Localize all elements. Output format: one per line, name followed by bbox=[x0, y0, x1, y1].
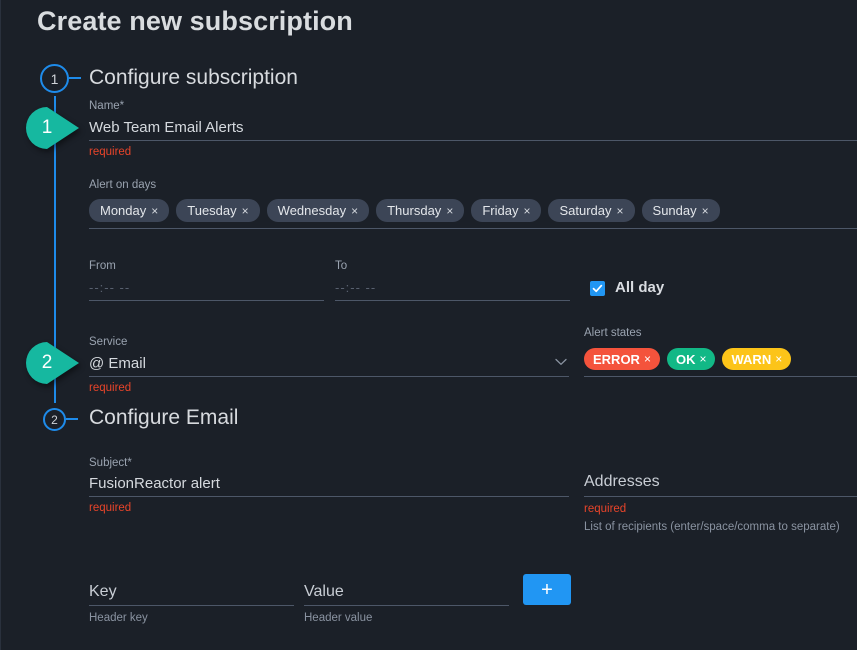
from-time-input[interactable]: --:-- -- bbox=[89, 280, 130, 295]
name-input[interactable]: Web Team Email Alerts bbox=[89, 119, 244, 136]
day-chip-label: Sunday bbox=[652, 203, 697, 218]
check-icon bbox=[592, 284, 603, 293]
close-icon[interactable]: × bbox=[699, 353, 706, 365]
day-chip-label: Monday bbox=[100, 203, 147, 218]
annotation-callout-2-number: 2 bbox=[41, 352, 53, 373]
close-icon[interactable]: × bbox=[702, 205, 709, 217]
day-chip-label: Wednesday bbox=[277, 203, 347, 218]
alert-on-days-chip-list: Monday × Tuesday × Wednesday × Thursday … bbox=[89, 199, 720, 222]
addresses-help-hint: List of recipients (enter/space/comma to… bbox=[584, 521, 840, 533]
step-marker-2: 2 bbox=[43, 408, 66, 431]
day-chip[interactable]: Sunday × bbox=[641, 199, 720, 222]
day-chip-label: Tuesday bbox=[187, 203, 237, 218]
alert-state-chip[interactable]: ERROR × bbox=[584, 348, 660, 370]
service-underline bbox=[89, 376, 569, 377]
page-title: Create new subscription bbox=[37, 6, 353, 36]
to-field-label: To bbox=[335, 260, 348, 272]
addresses-required-hint: required bbox=[584, 503, 627, 515]
subject-underline bbox=[89, 496, 569, 497]
service-required-hint: required bbox=[89, 382, 132, 394]
close-icon[interactable]: × bbox=[351, 205, 358, 217]
alert-states-label: Alert states bbox=[584, 327, 642, 339]
chevron-down-icon[interactable] bbox=[555, 358, 567, 366]
step-marker-1-number: 1 bbox=[50, 70, 59, 87]
addresses-field-label: Addresses bbox=[584, 473, 660, 490]
day-chip[interactable]: Tuesday × bbox=[176, 199, 260, 222]
alert-on-days-label: Alert on days bbox=[89, 179, 157, 191]
header-value-underline[interactable] bbox=[304, 605, 509, 606]
header-value-hint: Header value bbox=[304, 612, 373, 624]
create-subscription-panel: Create new subscription 1 Configure subs… bbox=[0, 0, 857, 650]
alert-state-chip-label: WARN bbox=[731, 351, 772, 367]
section-heading-configure-subscription: Configure subscription bbox=[89, 66, 298, 89]
day-chip[interactable]: Monday × bbox=[89, 199, 170, 222]
from-input-underline bbox=[89, 300, 324, 301]
alert-states-underline bbox=[584, 376, 857, 377]
day-chip[interactable]: Friday × bbox=[471, 199, 542, 222]
alert-state-chip-label: OK bbox=[675, 351, 696, 367]
day-chip[interactable]: Wednesday × bbox=[266, 199, 370, 222]
alert-state-chip-label: ERROR bbox=[593, 351, 640, 367]
from-field-label: From bbox=[89, 260, 116, 272]
day-chip[interactable]: Saturday × bbox=[548, 199, 635, 222]
day-chip-label: Thursday bbox=[387, 203, 442, 218]
close-icon[interactable]: × bbox=[151, 205, 158, 217]
header-key-underline[interactable] bbox=[89, 605, 294, 606]
service-select[interactable]: @ Email bbox=[89, 355, 146, 372]
header-key-label: Key bbox=[89, 583, 117, 600]
day-chip[interactable]: Thursday × bbox=[376, 199, 465, 222]
annotation-callout-2: 2 bbox=[26, 342, 80, 384]
header-key-hint: Header key bbox=[89, 612, 148, 624]
step-marker-1: 1 bbox=[40, 64, 69, 93]
add-header-button[interactable]: + bbox=[523, 574, 571, 605]
close-icon[interactable]: × bbox=[523, 205, 530, 217]
day-chip-label: Saturday bbox=[559, 203, 612, 218]
name-field-label: Name* bbox=[89, 100, 125, 112]
to-time-input[interactable]: --:-- -- bbox=[335, 280, 376, 295]
name-input-underline bbox=[89, 140, 857, 141]
service-field-label: Service bbox=[89, 336, 128, 348]
subject-required-hint: required bbox=[89, 502, 132, 514]
all-day-label: All day bbox=[615, 279, 665, 296]
step-connector-1 bbox=[69, 77, 81, 79]
alert-on-days-underline bbox=[89, 228, 857, 229]
close-icon[interactable]: × bbox=[242, 205, 249, 217]
alert-state-chip[interactable]: WARN × bbox=[722, 348, 792, 370]
subject-input[interactable]: FusionReactor alert bbox=[89, 475, 220, 492]
close-icon[interactable]: × bbox=[446, 205, 453, 217]
name-required-hint: required bbox=[89, 146, 132, 158]
subject-field-label: Subject* bbox=[89, 457, 132, 469]
addresses-underline[interactable] bbox=[584, 496, 857, 497]
alert-states-chip-list: ERROR × OK × WARN × bbox=[584, 348, 792, 370]
all-day-checkbox[interactable] bbox=[590, 281, 605, 296]
close-icon[interactable]: × bbox=[644, 353, 651, 365]
step-connector-2 bbox=[66, 418, 78, 420]
alert-state-chip[interactable]: OK × bbox=[666, 348, 716, 370]
section-heading-configure-email: Configure Email bbox=[89, 406, 239, 429]
day-chip-label: Friday bbox=[482, 203, 519, 218]
header-value-label: Value bbox=[304, 583, 344, 600]
close-icon[interactable]: × bbox=[775, 353, 782, 365]
to-input-underline bbox=[335, 300, 570, 301]
annotation-callout-1: 1 bbox=[26, 107, 80, 149]
close-icon[interactable]: × bbox=[617, 205, 624, 217]
step-marker-2-number: 2 bbox=[51, 412, 58, 427]
annotation-callout-1-number: 1 bbox=[41, 117, 53, 138]
